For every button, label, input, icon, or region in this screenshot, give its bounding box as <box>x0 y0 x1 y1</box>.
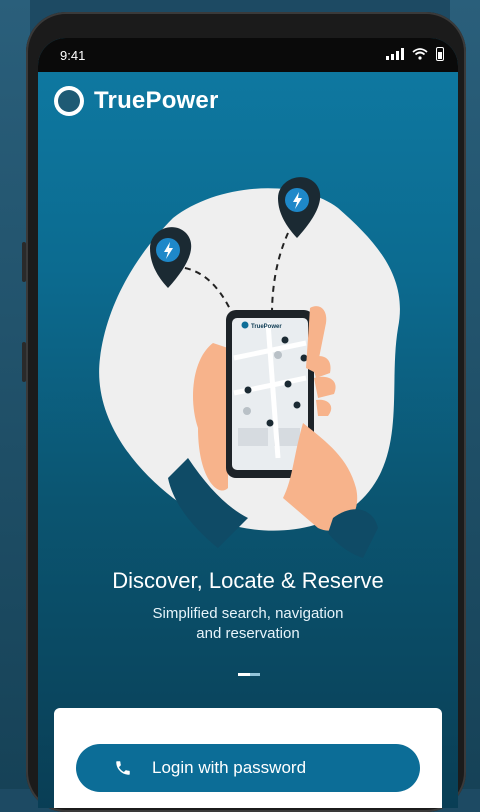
phone-side-button <box>22 242 26 282</box>
phone-icon <box>116 761 130 775</box>
phone-side-button <box>22 342 26 382</box>
page-indicator[interactable] <box>238 673 260 676</box>
status-icons <box>386 47 444 61</box>
login-button-label: Login with password <box>152 758 307 777</box>
login-card: Login with password <box>54 708 442 808</box>
illustration-brand: TruePower <box>251 324 282 330</box>
brand-name: TruePower <box>94 87 219 114</box>
app-screen: 9:41 TruePower TruePower Discover, Locat… <box>38 38 458 808</box>
cellular-signal-icon <box>386 48 404 60</box>
page-dot-active[interactable] <box>238 673 250 676</box>
onboarding-title: Discover, Locate & Reserve <box>112 568 384 593</box>
login-with-password-button[interactable]: Login with password <box>76 744 420 792</box>
status-time: 9:41 <box>60 48 86 63</box>
brand-header: TruePower <box>54 86 219 116</box>
subtitle-line-1: Simplified search, navigation <box>152 605 344 622</box>
truepower-logo-icon <box>54 86 84 116</box>
battery-icon <box>436 47 444 61</box>
wifi-icon <box>412 48 428 60</box>
onboarding-subtitle: Simplified search, navigation and reserv… <box>38 604 458 644</box>
subtitle-line-2: and reservation <box>196 625 300 642</box>
onboarding-illustration: TruePower <box>99 177 400 558</box>
status-bar: 9:41 <box>38 38 458 72</box>
page-dot[interactable] <box>250 673 260 676</box>
sleeve <box>328 509 378 558</box>
